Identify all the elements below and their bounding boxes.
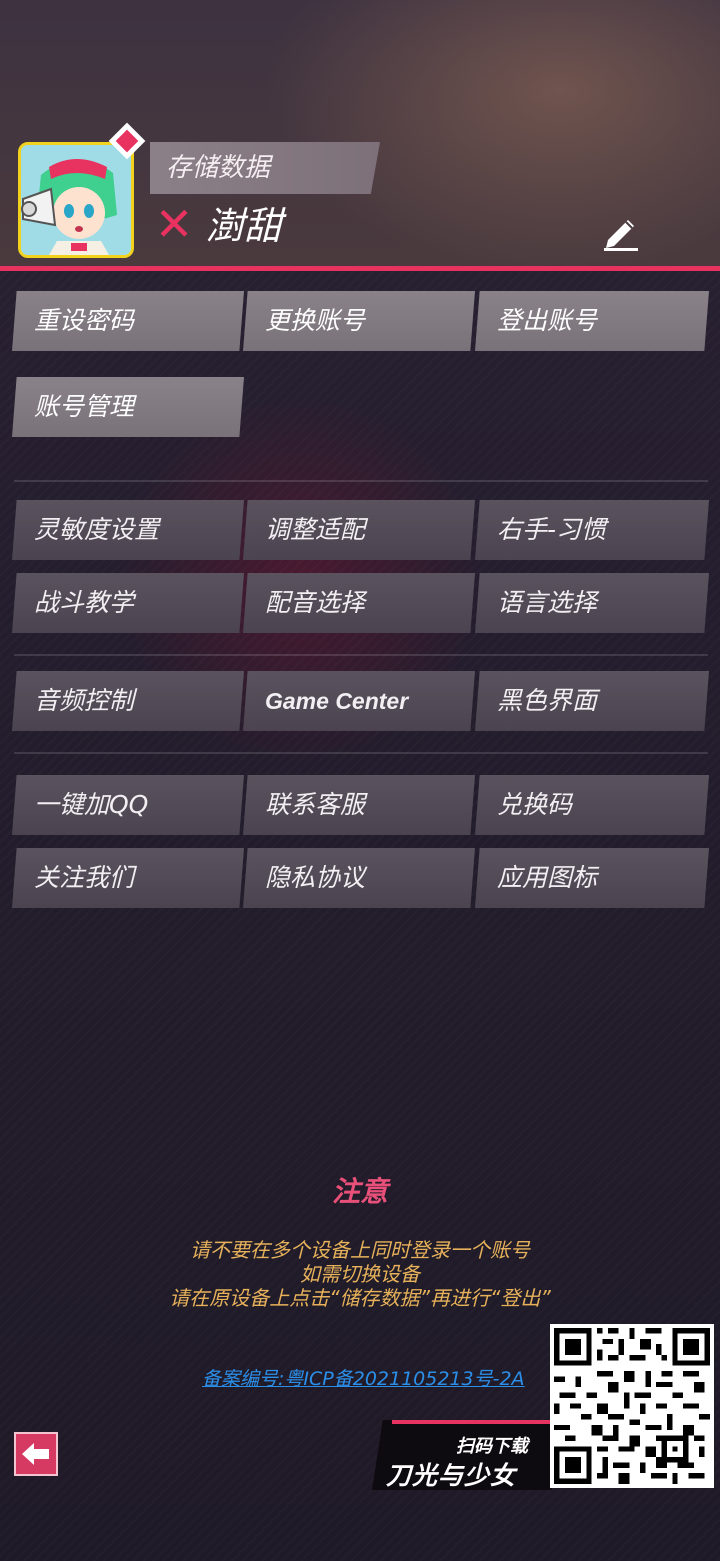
voice-select-button[interactable]: 配音选择: [243, 573, 475, 633]
redeem-code-button[interactable]: 兑换码: [475, 775, 709, 835]
app-icon-button[interactable]: 应用图标: [475, 848, 709, 908]
section-divider: [14, 752, 708, 754]
section-divider: [14, 654, 708, 656]
account-management-button[interactable]: 账号管理: [12, 377, 244, 437]
back-arrow-icon: [22, 1443, 49, 1465]
header-accent-line: [0, 266, 720, 271]
notice-line: 请不要在多个设备上同时登录一个账号: [190, 1238, 530, 1262]
reset-password-button[interactable]: 重设密码: [12, 291, 244, 351]
dark-mode-button[interactable]: 黑色界面: [475, 671, 709, 731]
game-center-button[interactable]: Game Center: [243, 671, 475, 731]
back-button[interactable]: [14, 1432, 58, 1476]
join-qq-button[interactable]: 一键加QQ: [12, 775, 244, 835]
avatar-character-image: [21, 145, 131, 255]
handedness-button[interactable]: 右手-习惯: [475, 500, 709, 560]
banner-accent-line: [392, 1420, 552, 1424]
customer-service-button[interactable]: 联系客服: [243, 775, 475, 835]
language-select-button[interactable]: 语言选择: [475, 573, 709, 633]
qr-code-icon: [554, 1328, 710, 1484]
privacy-policy-button[interactable]: 隐私协议: [243, 848, 475, 908]
avatar[interactable]: [18, 142, 134, 258]
download-qr-code[interactable]: [550, 1324, 714, 1488]
game-logo-text: 刀光与少女: [386, 1461, 517, 1490]
edit-pencil-icon[interactable]: [600, 212, 642, 252]
logout-button[interactable]: 登出账号: [475, 291, 709, 351]
audio-control-button[interactable]: 音频控制: [12, 671, 244, 731]
combat-tutorial-button[interactable]: 战斗教学: [12, 573, 244, 633]
save-data-button[interactable]: 存储数据: [150, 142, 380, 194]
sensitivity-settings-button[interactable]: 灵敏度设置: [12, 500, 244, 560]
close-icon[interactable]: ✕: [152, 201, 196, 247]
nickname-text: 澍甜: [206, 204, 283, 248]
icp-registration-link[interactable]: 备案编号:粤ICP备2021105213号-2A: [202, 1364, 525, 1391]
notice-title: 注意: [331, 1175, 388, 1208]
notice-line: 请在原设备上点击“储存数据”再进行“登出”: [169, 1286, 551, 1310]
adjust-fit-button[interactable]: 调整适配: [243, 500, 475, 560]
scan-download-text: 扫码下载: [456, 1436, 528, 1457]
switch-account-button[interactable]: 更换账号: [243, 291, 475, 351]
section-divider: [14, 480, 708, 482]
notice-line: 如需切换设备: [300, 1262, 420, 1286]
follow-us-button[interactable]: 关注我们: [12, 848, 244, 908]
